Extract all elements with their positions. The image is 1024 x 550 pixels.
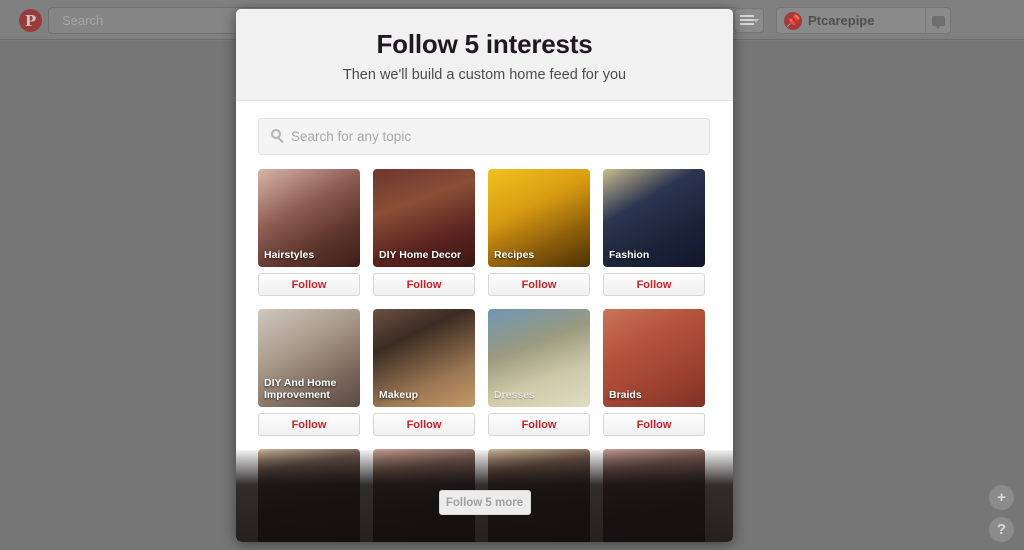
interest-card[interactable]: Follow [603, 449, 705, 542]
interest-thumbnail[interactable]: Recipes [488, 169, 590, 267]
interest-label: Makeup [379, 388, 419, 401]
follow-button[interactable]: Follow [373, 273, 475, 296]
site-search-placeholder: Search [62, 13, 104, 28]
modal-header: Follow 5 interests Then we'll build a cu… [236, 9, 733, 101]
modal-body: Search for any topic Hairstyles Follow DIY… [236, 101, 733, 542]
search-icon [271, 129, 281, 139]
interest-card[interactable]: Follow [258, 449, 360, 542]
interest-label: Fashion [609, 248, 650, 261]
interest-thumbnail[interactable]: DIY And Home Improvement [258, 309, 360, 407]
interest-thumbnail[interactable]: DIY Home Decor [373, 169, 475, 267]
interest-card[interactable]: Hairstyles Follow [258, 169, 360, 296]
interest-thumbnail[interactable]: Dresses [488, 309, 590, 407]
follow-interests-modal: Follow 5 interests Then we'll build a cu… [236, 9, 733, 542]
interest-card[interactable]: Makeup Follow [373, 309, 475, 436]
pinterest-logo-icon[interactable]: P [19, 9, 42, 32]
interest-card[interactable]: Fashion Follow [603, 169, 705, 296]
interest-card[interactable]: DIY Home Decor Follow [373, 169, 475, 296]
plus-icon[interactable]: + [989, 485, 1014, 510]
follow-button[interactable]: Follow [488, 413, 590, 436]
hamburger-bars [740, 15, 754, 27]
chevron-down-icon [753, 19, 759, 23]
interest-card[interactable]: Dresses Follow [488, 309, 590, 436]
corner-buttons: + ? [989, 478, 1014, 542]
interest-label: DIY Home Decor [379, 248, 462, 261]
interest-thumbnail[interactable]: Braids [603, 309, 705, 407]
interest-label: Hairstyles [264, 248, 315, 261]
interest-thumbnail[interactable]: Makeup [373, 309, 475, 407]
interest-thumbnail[interactable]: Fashion [603, 169, 705, 267]
page-root: P Search 📌 Ptcarepipe + ? Follow 5 inter… [0, 0, 1024, 550]
modal-subtitle: Then we'll build a custom home feed for … [342, 67, 627, 83]
bubble-shape [931, 15, 945, 29]
follow-button[interactable]: Follow [603, 273, 705, 296]
interest-label: DIY And Home Improvement [264, 377, 337, 401]
follow-button[interactable]: Follow [373, 413, 475, 436]
topic-search-placeholder: Search for any topic [291, 129, 412, 144]
page-title: Follow 5 interests [376, 29, 593, 59]
interest-card[interactable]: DIY And Home Improvement Follow [258, 309, 360, 436]
interest-card[interactable]: Recipes Follow [488, 169, 590, 296]
follow-button[interactable]: Follow [603, 413, 705, 436]
follow-button[interactable]: Follow [258, 273, 360, 296]
follow-button[interactable]: Follow [488, 273, 590, 296]
pin-icon: 📌 [784, 12, 802, 30]
interest-thumbnail[interactable]: Hairstyles [258, 169, 360, 267]
topic-search-field[interactable]: Search for any topic [258, 118, 710, 155]
username-label: Ptcarepipe [808, 13, 875, 28]
interest-label: Recipes [494, 248, 535, 261]
question-mark-icon[interactable]: ? [989, 517, 1014, 542]
interest-thumbnail[interactable] [258, 449, 360, 542]
follow-more-button[interactable]: Follow 5 more [438, 490, 531, 515]
hamburger-menu-icon[interactable] [734, 8, 764, 33]
follow-button[interactable]: Follow [258, 413, 360, 436]
interest-thumbnail[interactable] [603, 449, 705, 542]
interest-label: Braids [609, 388, 642, 401]
interest-label: Dresses [494, 388, 535, 401]
interest-grid: Hairstyles Follow DIY Home Decor Follow Reci… [258, 169, 711, 542]
message-bubble-icon[interactable] [925, 7, 951, 34]
interest-card[interactable]: Braids Follow [603, 309, 705, 436]
